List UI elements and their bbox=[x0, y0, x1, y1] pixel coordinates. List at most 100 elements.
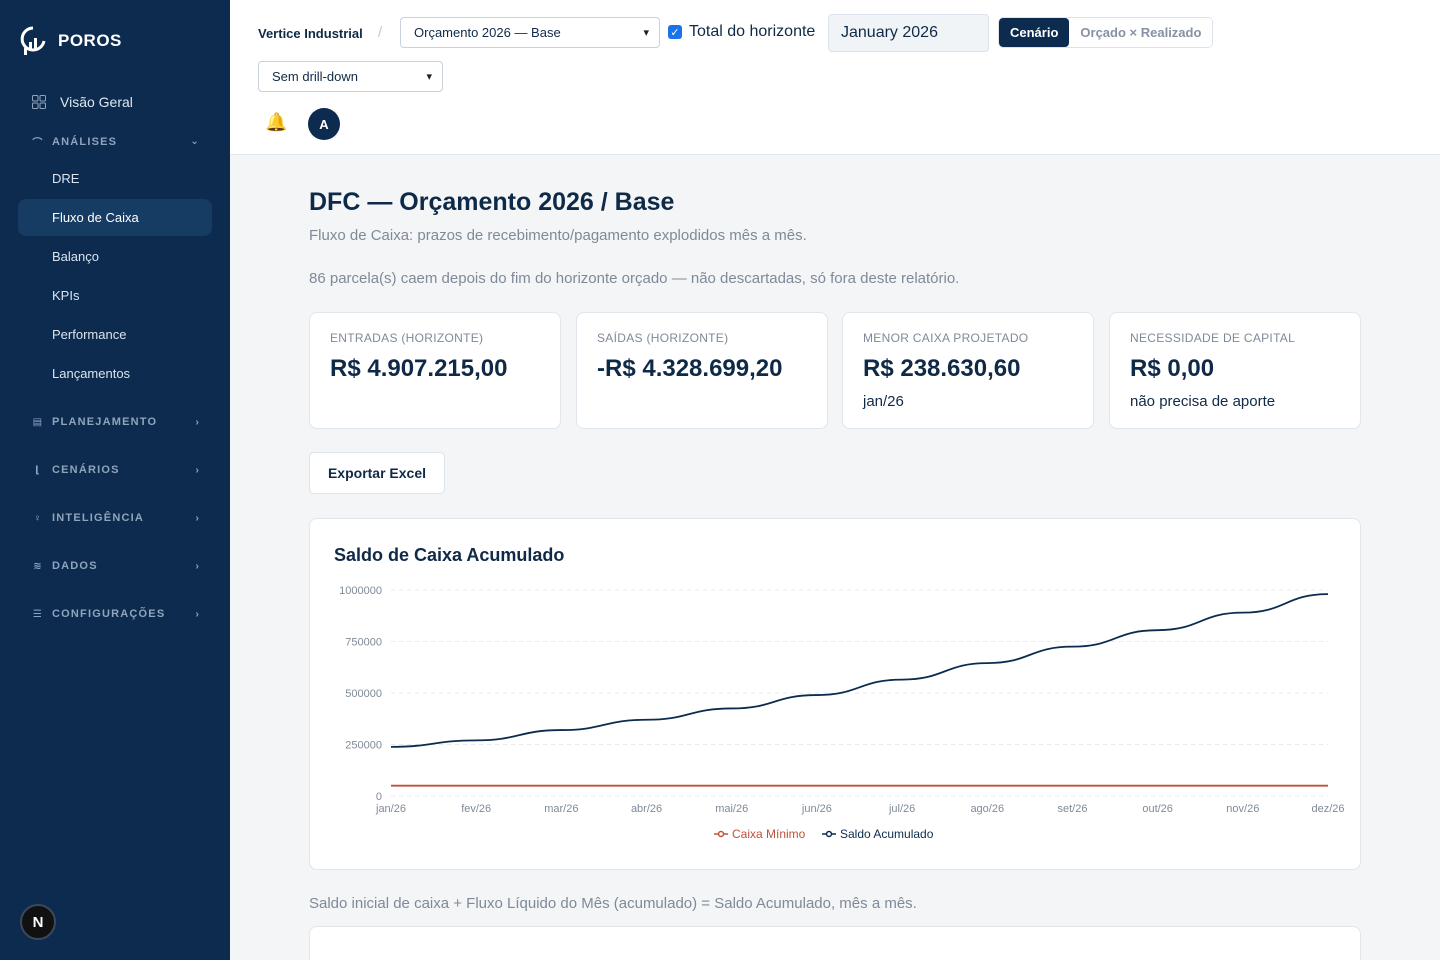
x-tick-label: mar/26 bbox=[544, 803, 578, 815]
chevron-right-icon: › bbox=[195, 464, 200, 476]
y-tick-label: 0 bbox=[376, 791, 382, 803]
bell-icon[interactable]: 🔔 bbox=[265, 112, 287, 133]
mode-cenario-button[interactable]: Cenário bbox=[999, 18, 1070, 47]
kpi-card-necessidade-capital: NECESSIDADE DE CAPITAL R$ 0,00 não preci… bbox=[1109, 312, 1361, 429]
section-label: CENÁRIOS bbox=[52, 464, 120, 476]
sidebar-item-label: DRE bbox=[52, 171, 80, 186]
kpi-card-saidas: SAÍDAS (HORIZONTE) -R$ 4.328.699,20 bbox=[576, 312, 828, 429]
sidebar-item-label: KPIs bbox=[52, 288, 80, 303]
sidebar-item-fluxo-de-caixa[interactable]: Fluxo de Caixa bbox=[18, 199, 212, 236]
x-tick-label: ago/26 bbox=[970, 803, 1004, 815]
y-tick-label: 250000 bbox=[345, 740, 382, 752]
horizon-checkbox-label: Total do horizonte bbox=[689, 23, 816, 40]
x-tick-label: jul/26 bbox=[888, 803, 915, 815]
chevron-down-icon: ⌄ bbox=[190, 136, 200, 147]
legend-marker bbox=[717, 830, 725, 838]
legend-marker bbox=[825, 830, 833, 838]
chevron-right-icon: › bbox=[195, 608, 200, 620]
sidebar-item-label: Lançamentos bbox=[52, 366, 131, 381]
kpi-card-entradas: ENTRADAS (HORIZONTE) R$ 4.907.215,00 bbox=[309, 312, 561, 429]
user-avatar[interactable]: N bbox=[20, 904, 56, 940]
legend-label: Caixa Mínimo bbox=[732, 827, 806, 841]
sidebar-item-label: Performance bbox=[52, 327, 127, 342]
kpi-sub: não precisa de aporte bbox=[1130, 393, 1276, 410]
section-label: INTELIGÊNCIA bbox=[52, 512, 145, 524]
kpi-sub: jan/26 bbox=[863, 393, 904, 410]
export-excel-button[interactable]: Exportar Excel bbox=[309, 452, 445, 494]
y-tick-label: 1000000 bbox=[339, 585, 382, 597]
section-label: DADOS bbox=[52, 560, 98, 572]
kpi-value: R$ 4.907.215,00 bbox=[330, 355, 508, 382]
chart-title: Saldo de Caixa Acumulado bbox=[334, 545, 565, 565]
x-tick-label: abr/26 bbox=[631, 803, 662, 815]
y-tick-label: 750000 bbox=[345, 637, 382, 649]
kpi-value: R$ 0,00 bbox=[1130, 355, 1215, 382]
sidebar-item-label: Balanço bbox=[52, 249, 99, 264]
sidebar: POROS Visão Geral ⌒ ANÁLISES ⌄ DRE Fluxo… bbox=[0, 0, 230, 960]
kpi-card-menor-caixa: MENOR CAIXA PROJETADO R$ 238.630,60 jan/… bbox=[842, 312, 1094, 429]
company-name[interactable]: Vertice Industrial bbox=[258, 26, 363, 41]
series-line bbox=[390, 593, 1329, 748]
sidebar-item-label: Fluxo de Caixa bbox=[52, 210, 139, 225]
chevron-down-icon: ▾ bbox=[426, 71, 432, 83]
sidebar-item-visao-geral[interactable]: Visão Geral bbox=[32, 94, 133, 110]
grid-icon bbox=[32, 95, 46, 109]
section-label: ANÁLISES bbox=[52, 135, 118, 148]
sidebar-section-planejamento[interactable]: ▤ PLANEJAMENTO › bbox=[32, 416, 200, 428]
topbar: Vertice Industrial / Orçamento 2026 — Ba… bbox=[230, 0, 1440, 155]
kpi-label: NECESSIDADE DE CAPITAL bbox=[1130, 331, 1296, 345]
sidebar-section-cenarios[interactable]: ⌊ CENÁRIOS › bbox=[32, 464, 200, 476]
sidebar-item-dre[interactable]: DRE bbox=[18, 160, 212, 197]
horizon-checkbox[interactable]: ✓ bbox=[668, 25, 682, 39]
sidebar-item-performance[interactable]: Performance bbox=[18, 316, 212, 353]
sidebar-section-inteligencia[interactable]: ♀ INTELIGÊNCIA › bbox=[32, 512, 200, 524]
breadcrumb-separator: / bbox=[378, 24, 383, 41]
y-tick-label: 500000 bbox=[345, 688, 382, 700]
sliders-icon: ☰ bbox=[32, 608, 44, 620]
kpi-label: SAÍDAS (HORIZONTE) bbox=[597, 331, 729, 345]
sidebar-section-analises[interactable]: ⌒ ANÁLISES ⌄ bbox=[32, 134, 200, 150]
horizon-toggle[interactable]: ✓ Total do horizonte bbox=[668, 23, 815, 41]
section-label: PLANEJAMENTO bbox=[52, 416, 158, 428]
horizon-notice: 86 parcela(s) caem depois do fim do hori… bbox=[309, 270, 960, 287]
sidebar-item-kpis[interactable]: KPIs bbox=[18, 277, 212, 314]
sidebar-item-lancamentos[interactable]: Lançamentos bbox=[18, 355, 212, 392]
document-icon: ▤ bbox=[32, 416, 44, 428]
analytics-icon: ⌒ bbox=[32, 138, 44, 149]
section-label: CONFIGURAÇÕES bbox=[52, 608, 166, 620]
cash-balance-chart: 0 250000 500000 750000 1000000 jan/26 fev/26 ma… bbox=[339, 585, 1344, 841]
database-icon: ≋ bbox=[33, 560, 43, 572]
month-input[interactable]: January 2026 bbox=[828, 14, 989, 52]
table-card bbox=[309, 926, 1361, 960]
kpi-value: R$ 238.630,60 bbox=[863, 355, 1021, 382]
x-tick-label: jun/26 bbox=[801, 803, 832, 815]
sidebar-section-configuracoes[interactable]: ☰ CONFIGURAÇÕES › bbox=[32, 608, 200, 620]
x-tick-label: out/26 bbox=[1142, 803, 1173, 815]
brand[interactable]: POROS bbox=[20, 26, 122, 56]
budget-select[interactable]: Orçamento 2026 — Base ▾ bbox=[400, 17, 660, 48]
avatar[interactable]: A bbox=[308, 108, 340, 140]
mode-toggle: Cenário Orçado × Realizado bbox=[998, 17, 1214, 48]
chevron-down-icon: ▾ bbox=[643, 27, 649, 39]
poros-logo-icon bbox=[20, 26, 46, 55]
page-subtitle: Fluxo de Caixa: prazos de recebimento/pa… bbox=[309, 227, 807, 244]
sidebar-item-balanco[interactable]: Balanço bbox=[18, 238, 212, 275]
chevron-right-icon: › bbox=[195, 560, 200, 572]
x-tick-label: nov/26 bbox=[1226, 803, 1259, 815]
x-tick-label: fev/26 bbox=[461, 803, 491, 815]
cash-balance-chart-card: 0 250000 500000 750000 1000000 jan/26 fev/26 ma… bbox=[309, 518, 1361, 870]
x-tick-label: mai/26 bbox=[715, 803, 748, 815]
brand-name: POROS bbox=[58, 31, 122, 50]
drilldown-select-value: Sem drill-down bbox=[272, 69, 358, 84]
x-tick-label: jan/26 bbox=[375, 803, 406, 815]
mode-orcado-realizado-button[interactable]: Orçado × Realizado bbox=[1069, 18, 1213, 47]
drilldown-select[interactable]: Sem drill-down ▾ bbox=[258, 61, 443, 92]
sidebar-section-dados[interactable]: ≋ DADOS › bbox=[32, 560, 200, 572]
budget-select-value: Orçamento 2026 — Base bbox=[414, 25, 561, 40]
x-tick-label: set/26 bbox=[1057, 803, 1087, 815]
kpi-label: ENTRADAS (HORIZONTE) bbox=[330, 331, 484, 345]
footnote: Saldo inicial de caixa + Fluxo Líquido d… bbox=[309, 895, 917, 912]
kpi-label: MENOR CAIXA PROJETADO bbox=[863, 331, 1029, 345]
branch-icon: ⌊ bbox=[35, 464, 41, 476]
page-title: DFC — Orçamento 2026 / Base bbox=[309, 188, 675, 216]
